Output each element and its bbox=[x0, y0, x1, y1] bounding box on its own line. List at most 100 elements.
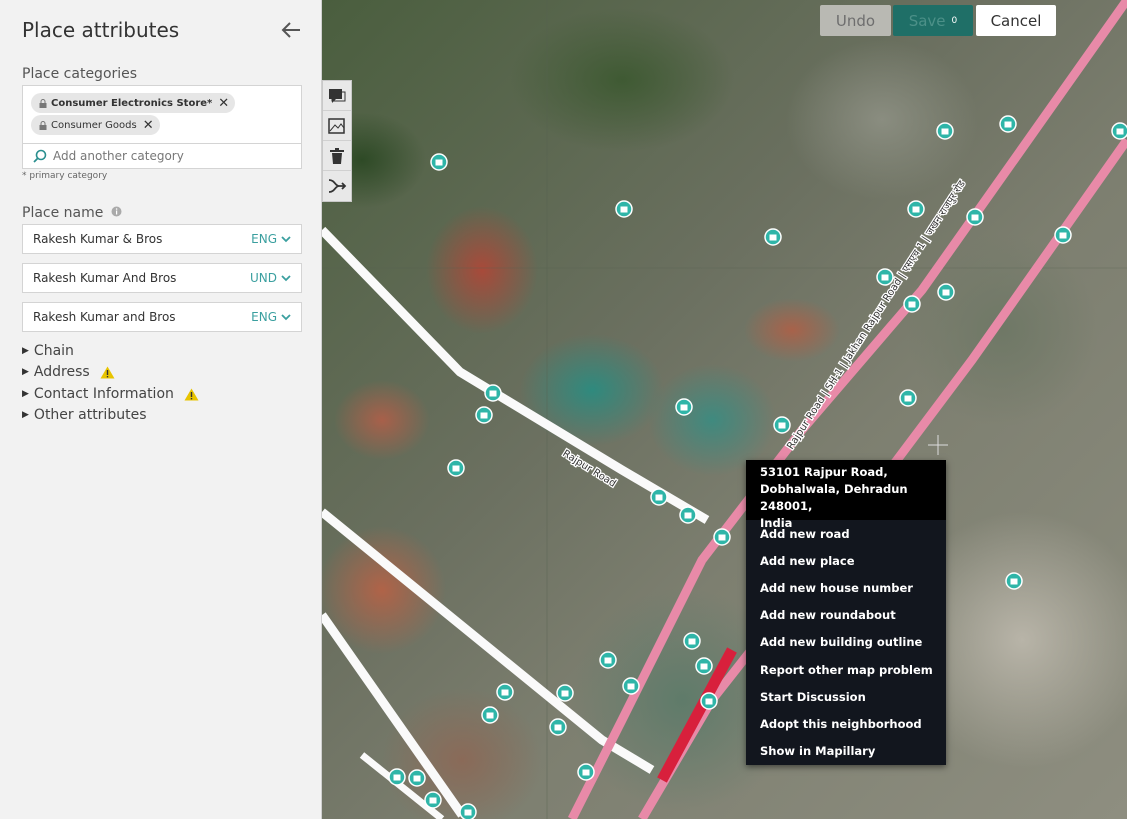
menu-start-discussion[interactable]: Start Discussion bbox=[746, 683, 946, 710]
back-arrow-icon[interactable] bbox=[280, 18, 304, 42]
shopping-bag-icon bbox=[680, 404, 688, 411]
undo-button[interactable]: Undo bbox=[820, 5, 891, 36]
shopping-bag-icon bbox=[971, 214, 979, 221]
section-label: Other attributes bbox=[33, 407, 147, 423]
crosshair-icon bbox=[928, 435, 948, 455]
shopping-bag-icon bbox=[561, 690, 569, 697]
categories-box: Consumer Electronics Store* ✕ Consumer G… bbox=[22, 85, 302, 169]
road-label-highway: Rajpur Road | SH-1 | Jakhan Rajpur Road … bbox=[784, 178, 968, 452]
section-label: Contact Information bbox=[33, 386, 174, 402]
shopping-bag-icon bbox=[769, 234, 777, 241]
language-selector[interactable]: ENG bbox=[251, 232, 291, 246]
place-name-field[interactable]: Rakesh Kumar And Bros UND bbox=[22, 263, 302, 293]
place-attributes-panel: Place attributes Place categories Consum… bbox=[0, 0, 322, 819]
category-chip-label: Consumer Electronics Store* bbox=[51, 97, 213, 109]
language-code: ENG bbox=[251, 232, 277, 246]
cancel-button[interactable]: Cancel bbox=[976, 5, 1056, 36]
shopping-bag-icon bbox=[908, 301, 916, 308]
shopping-bag-icon bbox=[554, 724, 562, 731]
section-contact-information[interactable]: ▶ Contact Information bbox=[22, 386, 199, 402]
categories-label: Place categories bbox=[22, 66, 138, 82]
category-search-input[interactable]: Add another category bbox=[23, 143, 301, 168]
image-button[interactable] bbox=[323, 111, 351, 141]
comments-button[interactable] bbox=[323, 81, 351, 111]
shopping-bag-icon bbox=[700, 663, 708, 670]
menu-report-map-problem[interactable]: Report other map problem bbox=[746, 656, 946, 683]
section-label: Address bbox=[33, 364, 90, 380]
lock-icon bbox=[39, 98, 47, 108]
menu-show-in-mapillary[interactable]: Show in Mapillary bbox=[746, 738, 946, 765]
category-chip: Consumer Electronics Store* ✕ bbox=[31, 93, 236, 113]
section-chain[interactable]: ▶ Chain bbox=[22, 343, 74, 359]
shopping-bag-icon bbox=[489, 390, 497, 397]
language-code: UND bbox=[250, 271, 277, 285]
road-rajpur-local[interactable] bbox=[322, 226, 710, 524]
place-name-field[interactable]: Rakesh Kumar & Bros ENG bbox=[22, 224, 302, 254]
menu-add-new-place[interactable]: Add new place bbox=[746, 547, 946, 574]
expand-triangle-icon: ▶ bbox=[22, 367, 29, 377]
shopping-bag-icon bbox=[393, 774, 401, 781]
shopping-bag-icon bbox=[480, 412, 488, 419]
shopping-bag-icon bbox=[582, 769, 590, 776]
remove-category-icon[interactable]: ✕ bbox=[218, 97, 229, 110]
place-name-value: Rakesh Kumar and Bros bbox=[33, 310, 176, 324]
search-icon bbox=[33, 149, 47, 163]
merge-button[interactable] bbox=[323, 171, 351, 201]
shopping-bag-icon bbox=[501, 689, 509, 696]
place-name-value: Rakesh Kumar And Bros bbox=[33, 271, 177, 285]
shopping-bag-icon bbox=[627, 683, 635, 690]
section-address[interactable]: ▶ Address bbox=[22, 364, 115, 380]
place-name-field[interactable]: Rakesh Kumar and Bros ENG bbox=[22, 302, 302, 332]
menu-add-new-building-outline[interactable]: Add new building outline bbox=[746, 629, 946, 656]
chevron-down-icon bbox=[281, 313, 291, 320]
shopping-bag-icon bbox=[718, 534, 726, 541]
shopping-bag-icon bbox=[620, 206, 628, 213]
section-other-attributes[interactable]: ▶ Other attributes bbox=[22, 407, 146, 423]
save-label: Save bbox=[908, 11, 946, 30]
shopping-bag-icon bbox=[429, 797, 437, 804]
save-button[interactable]: Save 0 bbox=[893, 5, 973, 36]
shopping-bag-icon bbox=[688, 638, 696, 645]
info-icon[interactable] bbox=[111, 206, 122, 217]
shopping-bag-icon bbox=[881, 274, 889, 281]
shopping-bag-icon bbox=[1116, 128, 1124, 135]
category-chip: Consumer Goods ✕ bbox=[31, 115, 160, 135]
address-line: Dobhalwala, Dehradun 248001, bbox=[760, 482, 908, 513]
delete-button[interactable] bbox=[323, 141, 351, 171]
language-selector[interactable]: ENG bbox=[251, 310, 291, 324]
primary-category-note: * primary category bbox=[22, 171, 108, 181]
map-canvas[interactable]: Rajpur Road Rajpur Road | SH-1 | Jakhan … bbox=[322, 0, 1127, 819]
map-tools bbox=[322, 80, 352, 202]
shopping-bag-icon bbox=[1004, 121, 1012, 128]
road-local[interactable] bbox=[322, 508, 655, 774]
road-local[interactable] bbox=[322, 612, 466, 818]
shopping-bag-icon bbox=[942, 289, 950, 296]
expand-triangle-icon: ▶ bbox=[22, 346, 29, 356]
shopping-bag-icon bbox=[604, 657, 612, 664]
language-selector[interactable]: UND bbox=[250, 271, 291, 285]
comments-icon bbox=[329, 88, 346, 103]
shopping-bag-icon bbox=[705, 698, 713, 705]
menu-add-new-roundabout[interactable]: Add new roundabout bbox=[746, 602, 946, 629]
remove-category-icon[interactable]: ✕ bbox=[143, 119, 154, 132]
shopping-bag-icon bbox=[912, 206, 920, 213]
category-search-placeholder: Add another category bbox=[53, 149, 184, 163]
shopping-bag-icon bbox=[464, 809, 472, 816]
shopping-bag-icon bbox=[1059, 232, 1067, 239]
section-label: Chain bbox=[33, 343, 74, 359]
shopping-bag-icon bbox=[684, 512, 692, 519]
save-count-badge: 0 bbox=[951, 15, 958, 26]
map-layer[interactable]: Rajpur Road Rajpur Road | SH-1 | Jakhan … bbox=[322, 0, 1127, 819]
expand-triangle-icon: ▶ bbox=[22, 389, 29, 399]
shopping-bag-icon bbox=[486, 712, 494, 719]
panel-title: Place attributes bbox=[22, 18, 180, 42]
language-code: ENG bbox=[251, 310, 277, 324]
merge-icon bbox=[328, 179, 347, 193]
shopping-bag-icon bbox=[904, 395, 912, 402]
shopping-bag-icon bbox=[413, 775, 421, 782]
warning-icon bbox=[100, 366, 115, 378]
menu-add-new-house-number[interactable]: Add new house number bbox=[746, 574, 946, 601]
context-address: 53101 Rajpur Road, Dobhalwala, Dehradun … bbox=[746, 460, 946, 530]
expand-triangle-icon: ▶ bbox=[22, 410, 29, 420]
menu-adopt-neighborhood[interactable]: Adopt this neighborhood bbox=[746, 710, 946, 737]
